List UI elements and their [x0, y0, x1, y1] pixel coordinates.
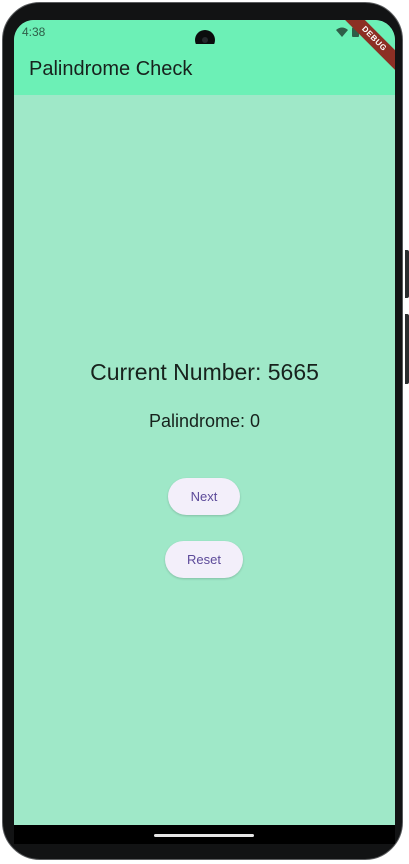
palindrome-count-label: Palindrome: 0 — [148, 411, 261, 431]
screen: 4:38 DEBUG Palindrome Check Current Numb… — [14, 20, 395, 844]
app-bar: Palindrome Check — [14, 44, 395, 95]
status-time: 4:38 — [22, 25, 46, 39]
reset-button[interactable]: Reset — [165, 541, 243, 578]
home-indicator[interactable] — [154, 834, 254, 837]
main-content: Current Number: 5665 Palindrome: 0 Next … — [14, 95, 395, 825]
phone-device: 4:38 DEBUG Palindrome Check Current Numb… — [0, 0, 409, 864]
next-button[interactable]: Next — [168, 478, 240, 515]
navigation-bar — [14, 825, 395, 844]
status-bar: 4:38 — [14, 20, 395, 50]
wifi-icon — [336, 27, 348, 37]
current-number-label: Current Number: 5665 — [90, 359, 319, 385]
app-title: Palindrome Check — [29, 58, 193, 80]
power-button — [405, 314, 409, 384]
volume-button — [405, 250, 409, 298]
